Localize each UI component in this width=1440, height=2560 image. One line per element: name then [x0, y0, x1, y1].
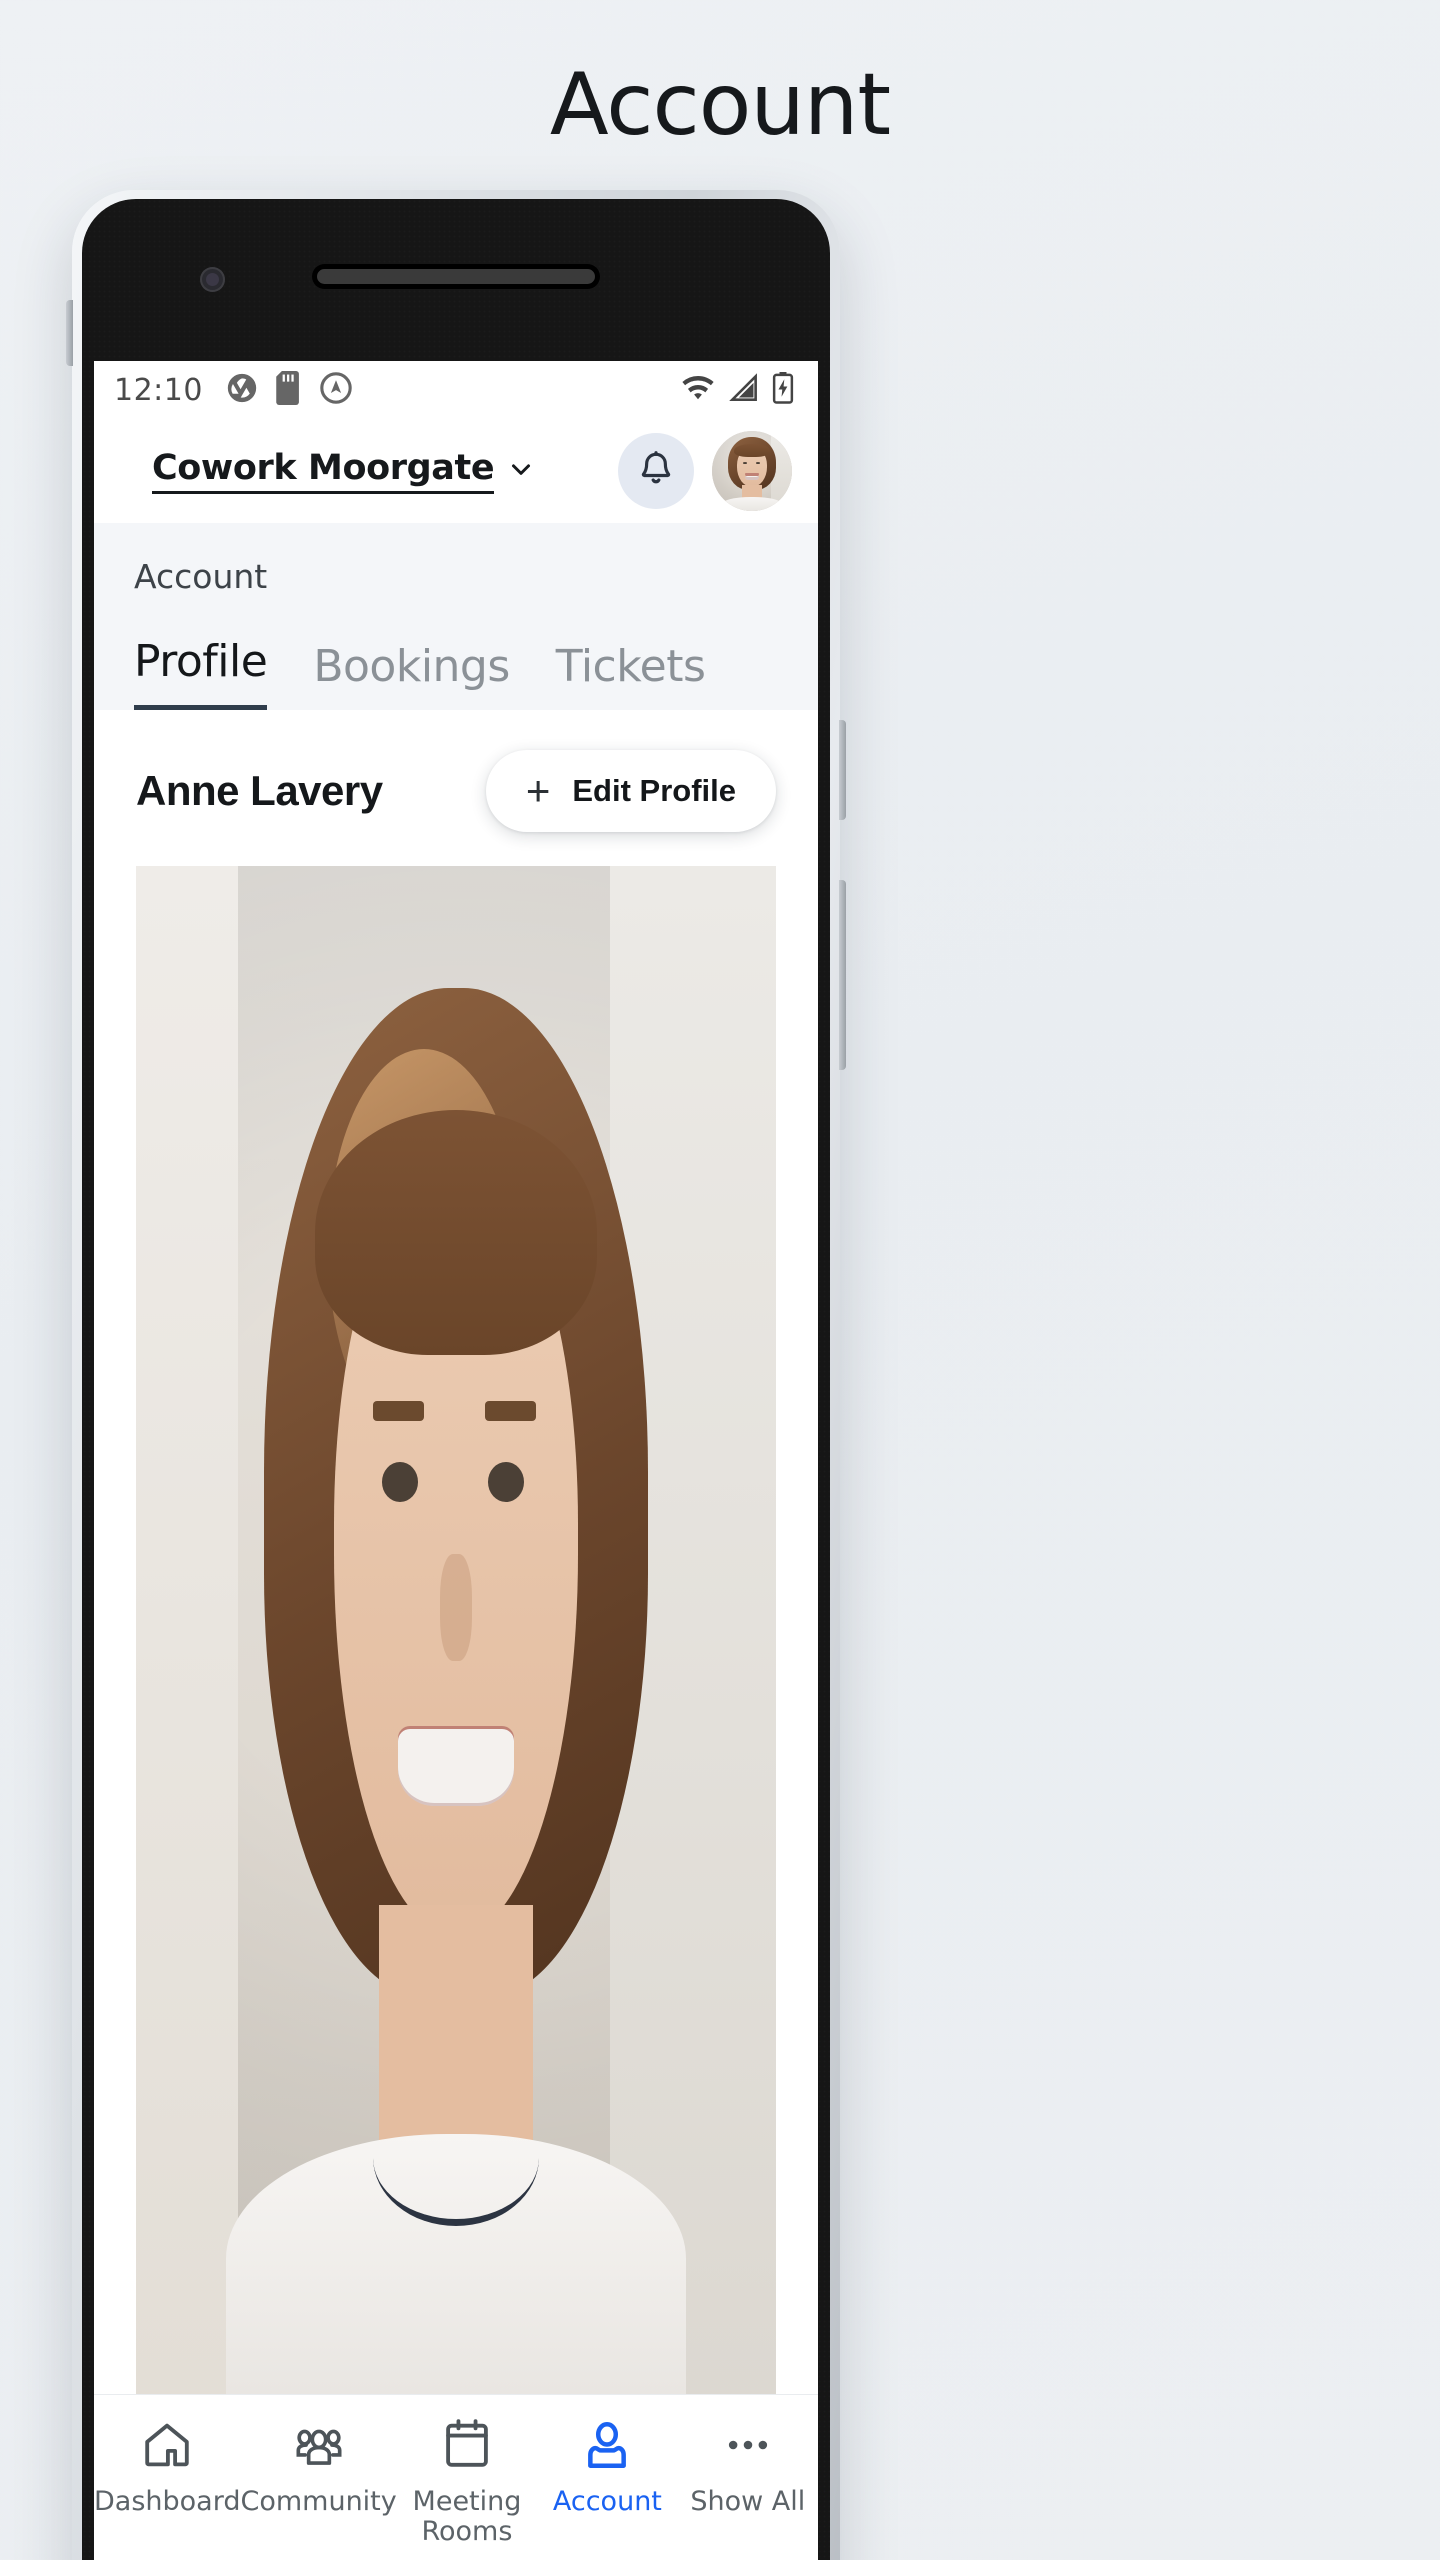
profile-photo-image: [136, 866, 776, 2394]
status-bar-clock: 12:10: [114, 372, 203, 408]
nav-label-account: Account: [552, 2486, 662, 2517]
account-section-header: Account Profile Bookings Tickets: [94, 523, 818, 710]
nav-label-dashboard: Dashboard: [94, 2486, 241, 2517]
status-bar-left-icons: [225, 370, 353, 410]
person-icon: [581, 2417, 633, 2473]
battery-charging-icon: [772, 371, 794, 409]
wifi-icon: [680, 373, 716, 408]
phone-button-power: [839, 880, 846, 1070]
calendar-icon: [442, 2417, 492, 2473]
phone-body: 12:10 Cowork Moorgate Account Profile Bo…: [82, 199, 830, 2560]
earpiece-speaker: [317, 269, 595, 284]
profile-photo[interactable]: [136, 866, 776, 2394]
nav-label-meeting-rooms: Meeting Rooms: [412, 2486, 522, 2548]
venue-name: Cowork Moorgate: [152, 448, 495, 494]
profile-header-row: Anne Lavery + Edit Profile: [94, 710, 818, 866]
phone-mockup: 12:10 Cowork Moorgate Account Profile Bo…: [66, 190, 846, 2560]
shutter-icon: [225, 371, 259, 410]
people-icon: [291, 2417, 347, 2473]
app-top-bar: Cowork Moorgate: [94, 419, 818, 523]
plus-icon: +: [525, 767, 551, 815]
nav-item-dashboard[interactable]: Dashboard: [94, 2417, 240, 2517]
home-icon: [140, 2417, 194, 2473]
avatar[interactable]: [712, 431, 792, 511]
nav-label-show-all: Show All: [690, 2486, 806, 2517]
nav-item-show-all[interactable]: Show All: [678, 2417, 818, 2517]
camera-lens: [206, 273, 219, 286]
status-bar: 12:10: [94, 361, 818, 419]
profile-name: Anne Lavery: [136, 767, 383, 814]
front-camera-icon: [200, 267, 225, 292]
edit-profile-label: Edit Profile: [572, 773, 736, 808]
tab-bar: Profile Bookings Tickets: [94, 596, 818, 710]
chevron-down-icon: [506, 454, 536, 489]
ellipsis-icon: [721, 2417, 775, 2473]
phone-screen: 12:10 Cowork Moorgate Account Profile Bo…: [94, 361, 818, 2560]
nav-item-account[interactable]: Account: [537, 2417, 677, 2517]
edit-profile-button[interactable]: + Edit Profile: [485, 750, 776, 832]
tab-profile[interactable]: Profile: [134, 636, 268, 710]
section-label: Account: [134, 557, 268, 596]
tab-bookings[interactable]: Bookings: [313, 641, 510, 710]
location-off-icon: [319, 371, 353, 410]
cellular-signal-icon: [728, 372, 760, 408]
status-bar-right-icons: [680, 371, 794, 409]
phone-button-left: [66, 300, 73, 366]
tab-tickets[interactable]: Tickets: [556, 641, 706, 710]
sd-card-icon: [275, 370, 303, 410]
bell-icon: [636, 449, 676, 494]
page-title: Account: [549, 55, 891, 155]
nav-label-community: Community: [240, 2486, 397, 2517]
notifications-button[interactable]: [618, 433, 694, 509]
venue-selector[interactable]: Cowork Moorgate: [152, 448, 536, 494]
phone-button-volume: [839, 720, 846, 820]
nav-item-meeting-rooms[interactable]: Meeting Rooms: [397, 2417, 537, 2547]
bottom-navigation: Dashboard Community Meeting Rooms Accoun…: [94, 2394, 818, 2560]
nav-item-community[interactable]: Community: [240, 2417, 397, 2517]
